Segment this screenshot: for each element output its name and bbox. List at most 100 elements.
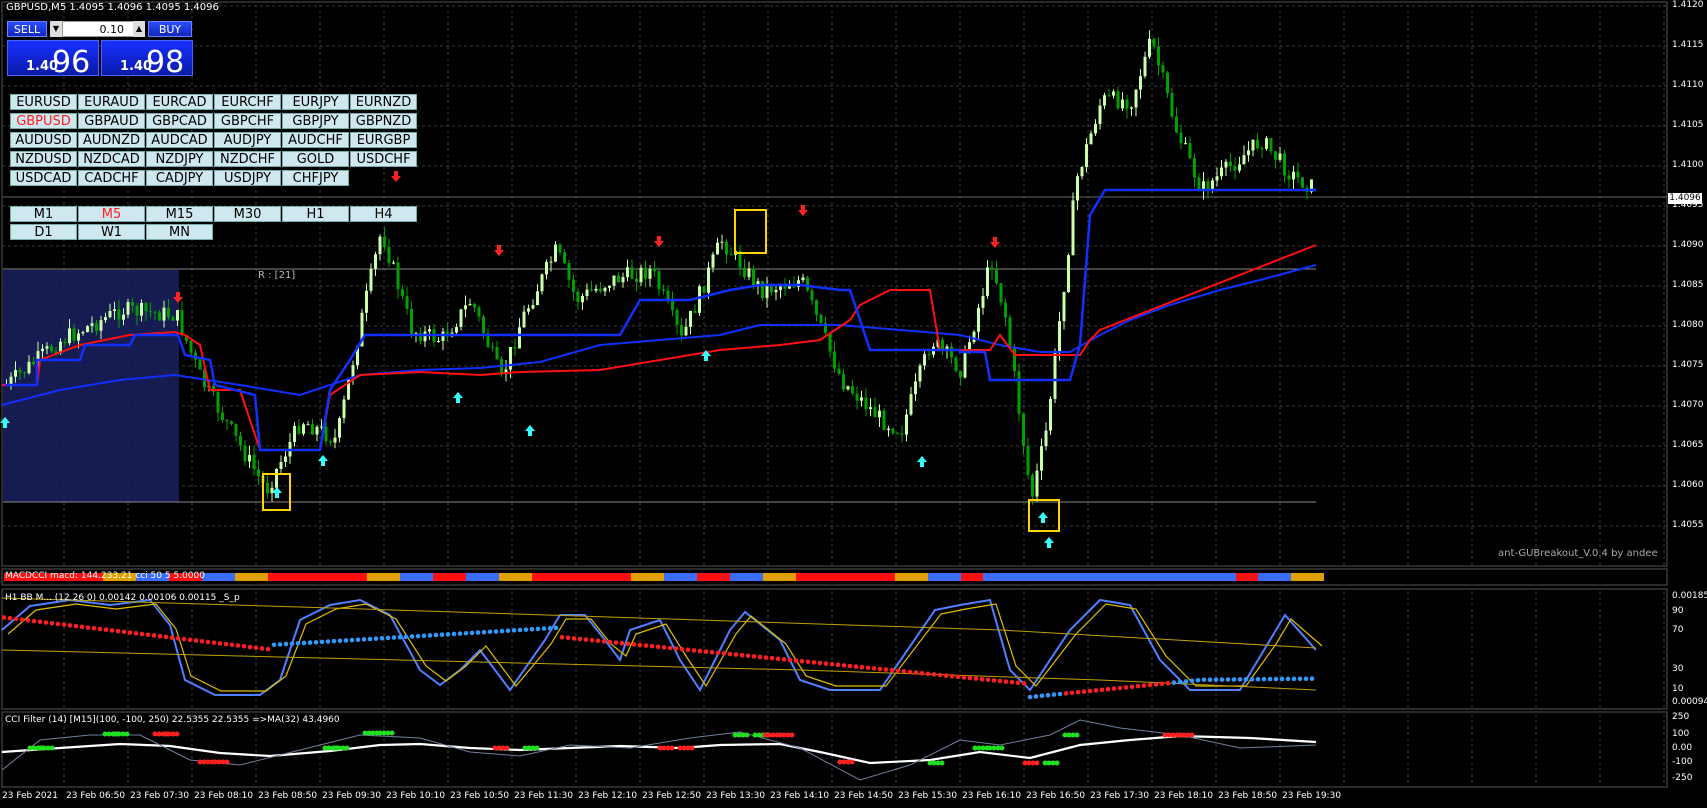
symbol-button-eurnzd[interactable]: EURNZD	[350, 94, 417, 110]
candle-body	[743, 267, 746, 278]
candle-body	[405, 295, 409, 309]
candle-body	[1139, 76, 1142, 90]
price-tick: 1.4070	[1672, 400, 1704, 410]
candle-body	[473, 304, 476, 308]
symbol-button-gbpaud[interactable]: GBPAUD	[78, 113, 145, 129]
stochastic-dot	[1207, 677, 1213, 682]
symbol-button-nzdcad[interactable]: NZDCAD	[78, 151, 145, 167]
candle-body	[896, 433, 899, 435]
symbol-button-audjpy[interactable]: AUDJPY	[214, 132, 281, 148]
symbol-button-usdjpy[interactable]: USDJPY	[214, 170, 281, 186]
timeframe-button-mn[interactable]: MN	[146, 224, 213, 240]
stochastic-dot	[181, 636, 187, 642]
timeframe-button-h1[interactable]: H1	[282, 206, 349, 222]
cci-signal-dot	[534, 745, 540, 751]
cci-signal-dot	[344, 745, 350, 751]
macdcci-bar	[1258, 573, 1269, 581]
timeframe-button-w1[interactable]: W1	[78, 224, 145, 240]
symbol-button-gbpchf[interactable]: GBPCHF	[214, 113, 281, 129]
buy-price-display[interactable]: 1.40 98	[101, 40, 193, 80]
sell-price-display[interactable]: 1.40 96	[7, 40, 99, 80]
candle-body	[1094, 124, 1097, 134]
stochastic-dot	[805, 659, 811, 665]
symbol-button-gbpcad[interactable]: GBPCAD	[146, 113, 213, 129]
stochastic-dot	[1231, 677, 1237, 682]
candle-body	[410, 308, 413, 336]
candle-body	[563, 252, 566, 264]
symbol-button-usdchf[interactable]: USDCHF	[350, 151, 417, 167]
macdcci-bar	[400, 573, 411, 581]
symbol-button-euraud[interactable]: EURAUD	[78, 94, 145, 110]
symbol-button-audusd[interactable]: AUDUSD	[10, 132, 77, 148]
candle-body	[1053, 353, 1057, 399]
price-tick: 1.4085	[1672, 280, 1704, 290]
macdcci-bar	[994, 573, 1005, 581]
symbol-button-usdcad[interactable]: USDCAD	[10, 170, 77, 186]
candle-body	[131, 302, 134, 306]
candle-body	[1107, 95, 1111, 97]
candle-body	[284, 456, 287, 462]
stochastic-dot	[625, 641, 631, 647]
stochastic-dot	[1273, 676, 1279, 682]
macdcci-bar	[972, 573, 983, 581]
stochastic-dot	[943, 673, 949, 678]
stochastic-tick: 0.00094	[1672, 697, 1707, 707]
symbol-button-audnzd[interactable]: AUDNZD	[78, 132, 145, 148]
candle-body	[1283, 153, 1286, 176]
symbol-button-eurjpy[interactable]: EURJPY	[282, 94, 349, 110]
symbol-button-gold[interactable]: GOLD	[282, 151, 349, 167]
sell-price-pips: 96	[52, 45, 91, 80]
symbol-button-gbpjpy[interactable]: GBPJPY	[282, 113, 349, 129]
candle-body	[702, 286, 706, 293]
stochastic-dot	[565, 635, 571, 641]
candle-body	[698, 286, 701, 313]
symbol-button-gbpusd[interactable]: GBPUSD	[10, 113, 77, 129]
time-tick: 23 Feb 10:50	[450, 791, 510, 801]
stochastic-dot	[517, 627, 523, 633]
candle-body	[837, 368, 841, 374]
lot-down-arrow-icon[interactable]: ▼	[50, 21, 62, 37]
stochastic-dot	[79, 624, 85, 630]
symbol-button-eurgbp[interactable]: EURGBP	[350, 132, 417, 148]
candle-body	[392, 262, 395, 264]
symbol-button-audcad[interactable]: AUDCAD	[146, 132, 213, 148]
candle-body	[1035, 470, 1039, 497]
stochastic-dot	[931, 672, 937, 677]
symbol-button-nzdusd[interactable]: NZDUSD	[10, 151, 77, 167]
symbol-button-eurcad[interactable]: EURCAD	[146, 94, 213, 110]
timeframe-button-h4[interactable]: H4	[350, 206, 417, 222]
timeframe-button-m1[interactable]: M1	[10, 206, 77, 222]
timeframe-button-d1[interactable]: D1	[10, 224, 77, 240]
symbol-button-cadjpy[interactable]: CADJPY	[146, 170, 213, 186]
symbol-button-chfjpy[interactable]: CHFJPY	[282, 170, 349, 186]
symbol-button-nzdchf[interactable]: NZDCHF	[214, 151, 281, 167]
stochastic-dot	[571, 636, 577, 641]
candle-body	[1242, 155, 1246, 165]
stochastic-dot	[823, 661, 829, 666]
cci-signal-dot	[939, 760, 945, 766]
stochastic-dot	[1069, 690, 1075, 696]
symbol-button-cadchf[interactable]: CADCHF	[78, 170, 145, 186]
stochastic-dot	[229, 642, 235, 648]
symbol-button-eurchf[interactable]: EURCHF	[214, 94, 281, 110]
macdcci-bar	[752, 573, 763, 581]
candle-body	[1116, 91, 1120, 109]
sell-button[interactable]: SELL	[7, 21, 47, 37]
stochastic-dot	[961, 675, 967, 680]
buy-arrow-icon	[1038, 512, 1048, 523]
timeframe-button-m15[interactable]: M15	[146, 206, 213, 222]
timeframe-button-m5[interactable]: M5	[78, 206, 145, 222]
candle-body	[1301, 177, 1304, 188]
macdcci-bar	[807, 573, 818, 581]
candle-body	[711, 254, 715, 268]
timeframe-button-m30[interactable]: M30	[214, 206, 281, 222]
buy-button[interactable]: BUY	[148, 21, 192, 37]
lot-up-arrow-icon[interactable]: ▲	[133, 21, 145, 37]
symbol-button-eurusd[interactable]: EURUSD	[10, 94, 77, 110]
candle-body	[441, 331, 445, 341]
symbol-button-audchf[interactable]: AUDCHF	[282, 132, 349, 148]
symbol-button-nzdjpy[interactable]: NZDJPY	[146, 151, 213, 167]
candle-body	[639, 267, 643, 283]
symbol-button-gbpnzd[interactable]: GBPNZD	[350, 113, 417, 129]
stochastic-dot	[679, 646, 685, 652]
